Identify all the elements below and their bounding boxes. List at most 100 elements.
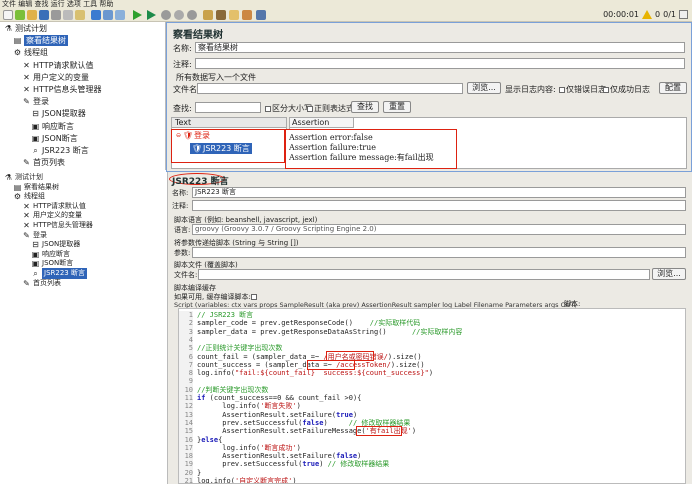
file-label: 文件名: [174,271,198,279]
code-line[interactable]: prev.setSuccessful(true) // 修改取样器结果 [197,460,389,469]
code-token: sampler_data = prev.getResponseDataAsStr… [197,327,412,336]
tree-node[interactable]: ✎ 首页列表 [22,157,65,168]
function-icon[interactable] [229,10,239,20]
tree-node-label: 响应断言 [42,121,74,131]
code-token: ) [296,402,301,411]
code-token: '断言成功' [260,443,297,452]
highlight-box [171,129,285,163]
config-button[interactable]: 配置 [659,82,687,94]
name-field[interactable]: 察看结果树 [195,42,685,53]
tree-node[interactable]: ⊟ JSON提取器 [31,108,86,119]
wrench-icon: ✕ [23,85,30,94]
status-area: 00:00:01 0 0/1 [603,10,688,19]
shutdown-icon[interactable] [174,10,184,20]
warning-icon[interactable] [642,10,653,19]
test-plan-tree-2[interactable]: ⚗ 测试计划 ▤ 察看结果树 ⚙ 线程组 ✕ HTTP请求默认值 ✕ 用户定义的变量 ✕ HTTP信息… [0,172,168,484]
page-title: 察看结果树 [173,30,223,41]
browse-button[interactable]: 浏览... [652,268,686,280]
search-tool-icon[interactable] [242,10,252,20]
template-icon[interactable] [15,10,25,20]
tree-node[interactable]: ▣ 响应断言 [31,121,74,132]
params-field[interactable] [192,247,686,258]
code-token: log.info( [197,369,235,378]
copy-icon[interactable] [63,10,73,20]
checkbox-box[interactable] [559,86,565,93]
threads-icon [679,10,688,19]
code-token: ) [411,427,417,436]
checkbox-box[interactable] [307,105,313,112]
paste-icon[interactable] [75,10,85,20]
tree-node[interactable]: ⚙ 线程组 [13,47,48,58]
start-icon[interactable] [133,10,142,20]
code-token: } [197,468,202,477]
result-tree-panel: 察看结果树 名称: 察看结果树 注释: 所有数据写入一个文件 文件名 浏览...… [166,22,692,172]
browse-button[interactable]: 浏览... [467,82,501,94]
comment-field[interactable] [192,200,686,211]
language-select[interactable]: groovy (Groovy 3.0.7 / Groovy Scripting … [192,224,686,235]
regex-checkbox[interactable]: 正则表达式 [307,103,354,114]
tree-node[interactable]: ✎ 首页列表 [22,278,61,289]
tree-node[interactable]: ⚗ 测试计划 [4,23,47,34]
comment-label: 注释: [173,60,192,69]
code-line[interactable]: log.info('自定义断言完成') [197,477,297,484]
collapse-icon[interactable] [103,10,113,20]
only-errors-checkbox[interactable]: 仅错误日志 [559,84,606,95]
open-icon[interactable] [27,10,37,20]
find-button[interactable]: 查找 [351,101,379,113]
only-success-checkbox[interactable]: 仅成功日志 [603,84,650,95]
show-log-label: 显示日志内容: [505,85,556,94]
tree-node[interactable]: ✎ 登录 [22,96,49,107]
name-field[interactable]: JSR223 断言 [192,187,686,198]
menubar[interactable]: 文件 编辑 查找 运行 选项 工具 帮助 [0,0,692,8]
expand-icon[interactable] [91,10,101,20]
checkbox-box[interactable] [603,86,609,93]
help-icon[interactable] [256,10,266,20]
search-input[interactable] [195,102,261,113]
pencil-icon: ✎ [23,230,30,240]
code-token: ) [296,443,301,452]
flask-icon: ⚗ [4,173,13,182]
clear-all-icon[interactable] [216,10,226,20]
filename-label: 文件名 [173,85,197,94]
tree-node-label: JSON提取器 [42,109,86,119]
checkbox-box[interactable] [250,294,257,300]
filename-field[interactable] [197,83,463,94]
reset-button[interactable]: 重置 [383,101,411,113]
tree-node[interactable]: ⌕ JSR223 断言 [31,145,89,156]
code-token: //实际取样代码 [369,319,421,328]
code-token: false [336,452,358,461]
search-icon: ⌕ [33,146,38,155]
cut-icon[interactable] [51,10,61,20]
tree-node[interactable]: ✕ HTTP请求默认值 [22,60,93,71]
toggle-icon[interactable] [115,10,125,20]
clear-icon[interactable] [187,10,197,20]
wrench-icon: ✕ [23,72,30,82]
code-token: ).size() [390,360,425,369]
comment-field[interactable] [195,58,685,69]
start-no-pause-icon[interactable] [147,10,156,20]
stop-icon[interactable] [161,10,171,20]
code-line[interactable]: log.info("fail:${count_fail} success:${c… [197,369,433,378]
tree-node[interactable]: ▤ 察看结果树 [13,35,68,47]
tab-assertion-result[interactable]: Assertion result [290,118,354,137]
pencil-icon: ✎ [23,158,30,168]
checkbox-box[interactable] [265,105,271,112]
extract-icon: ⊟ [32,109,39,119]
broom-icon[interactable] [203,10,213,20]
code-token: log.info( [197,477,235,484]
case-checkbox[interactable]: 区分大小写 [265,103,312,114]
save-icon[interactable] [39,10,49,20]
file-field[interactable] [198,269,650,280]
code-token: count_fail = (sampler_data =~ [197,352,324,361]
tree-node[interactable]: ▣ JSON断言 [31,133,78,144]
test-plan-tree[interactable]: ⚗ 测试计划 ▤ 察看结果树 ⚙ 线程组 ✕ HTTP请求默认值 ✕ 用户定义的变量 ✕ HTTP信息… [0,22,166,170]
code-token: '断言失败' [260,402,297,411]
script-editor[interactable]: 1// JSR223 断言 2 sampler_code = prev.getRes… [178,308,686,484]
assertion-line: Assertion failure:true [289,143,377,152]
code-line[interactable]: sampler_data = prev.getResponseDataAsStr… [197,328,462,337]
code-token: log.info( [197,402,261,411]
code-token: log.info( [197,443,261,452]
tree-node[interactable]: ✕ HTTP信息头管理器 [22,84,101,95]
tree-node[interactable]: ✕ 用户定义的变量 [22,72,89,83]
new-icon[interactable] [3,10,13,20]
